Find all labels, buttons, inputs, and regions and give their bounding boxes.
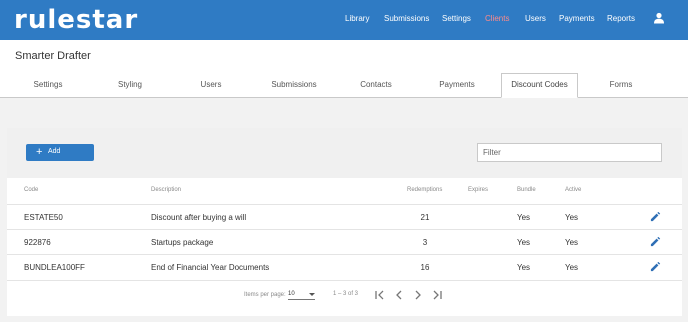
cell-redemptions: 16 — [420, 263, 430, 272]
cell-active: Yes — [565, 238, 579, 247]
items-per-page-label: Items per page: — [244, 292, 286, 298]
cell-code: ESTATE50 — [24, 213, 63, 222]
cell-description: End of Financial Year Documents — [151, 263, 270, 272]
add-button-label: Add — [48, 148, 61, 155]
nav-item-submissions[interactable]: Submissions — [384, 14, 429, 23]
cell-redemptions: 21 — [420, 213, 430, 222]
tab-users[interactable]: Users — [177, 74, 245, 98]
items-per-page-select[interactable]: 10 — [288, 289, 315, 300]
filter-input[interactable] — [477, 143, 662, 162]
edit-icon[interactable] — [650, 236, 661, 247]
cell-bundle: Yes — [517, 213, 531, 222]
first-page-icon[interactable] — [374, 289, 386, 301]
cell-description: Startups package — [151, 238, 214, 247]
add-button[interactable]: + Add — [26, 144, 94, 161]
cell-code: BUNDLEA100FF — [24, 263, 85, 272]
nav-item-clients[interactable]: Clients — [485, 14, 509, 23]
column-header-bundle[interactable]: Bundle — [517, 187, 536, 193]
nav-item-reports[interactable]: Reports — [607, 14, 635, 23]
cell-redemptions: 3 — [422, 238, 428, 247]
column-header-code[interactable]: Code — [24, 187, 38, 193]
content-background — [0, 98, 688, 128]
column-header-redemptions[interactable]: Redemptions — [407, 187, 442, 193]
column-header-expires[interactable]: Expires — [468, 187, 488, 193]
tab-styling[interactable]: Styling — [96, 74, 164, 98]
table-row[interactable]: 922876 Startups package 3 Yes Yes — [7, 229, 682, 254]
previous-page-icon[interactable] — [393, 289, 405, 301]
cell-bundle: Yes — [517, 238, 531, 247]
table-row[interactable]: ESTATE50 Discount after buying a will 21… — [7, 204, 682, 229]
column-header-description[interactable]: Description — [151, 187, 181, 193]
tab-payments[interactable]: Payments — [423, 74, 491, 98]
cell-code: 922876 — [24, 238, 51, 247]
tab-settings[interactable]: Settings — [14, 74, 82, 98]
nav-item-library[interactable]: Library — [345, 14, 369, 23]
tab-discount-codes[interactable]: Discount Codes — [501, 73, 578, 98]
page-range-label: 1 – 3 of 3 — [333, 291, 359, 297]
card-toolbar: + Add — [7, 128, 682, 178]
nav-item-payments[interactable]: Payments — [559, 14, 595, 23]
tab-submissions[interactable]: Submissions — [258, 74, 330, 98]
items-per-page-value: 10 — [288, 291, 295, 297]
cell-active: Yes — [565, 263, 579, 272]
user-icon[interactable] — [653, 12, 665, 24]
column-header-active[interactable]: Active — [565, 187, 581, 193]
page-title: Smarter Drafter — [15, 50, 91, 62]
pagination-bar: Items per page: 10 1 – 3 of 3 — [7, 280, 682, 316]
tab-bar: Settings Styling Users Submissions Conta… — [0, 73, 688, 98]
tab-contacts[interactable]: Contacts — [342, 74, 410, 98]
top-navigation-bar: rulestar Library Submissions Settings Cl… — [0, 0, 688, 40]
brand-logo[interactable]: rulestar — [14, 7, 138, 33]
plus-icon: + — [36, 146, 43, 158]
cell-bundle: Yes — [517, 263, 531, 272]
edit-icon[interactable] — [650, 211, 661, 222]
nav-item-users[interactable]: Users — [525, 14, 546, 23]
page-header: Smarter Drafter — [0, 40, 688, 74]
caret-down-icon — [309, 293, 315, 296]
tab-forms[interactable]: Forms — [588, 74, 654, 98]
table-row[interactable]: BUNDLEA100FF End of Financial Year Docum… — [7, 254, 682, 279]
cell-active: Yes — [565, 213, 579, 222]
next-page-icon[interactable] — [412, 289, 424, 301]
discount-codes-card: + Add Code Description Redemptions Expir… — [7, 128, 682, 316]
cell-description: Discount after buying a will — [151, 213, 247, 222]
last-page-icon[interactable] — [431, 289, 443, 301]
nav-item-settings[interactable]: Settings — [442, 14, 471, 23]
edit-icon[interactable] — [650, 261, 661, 272]
